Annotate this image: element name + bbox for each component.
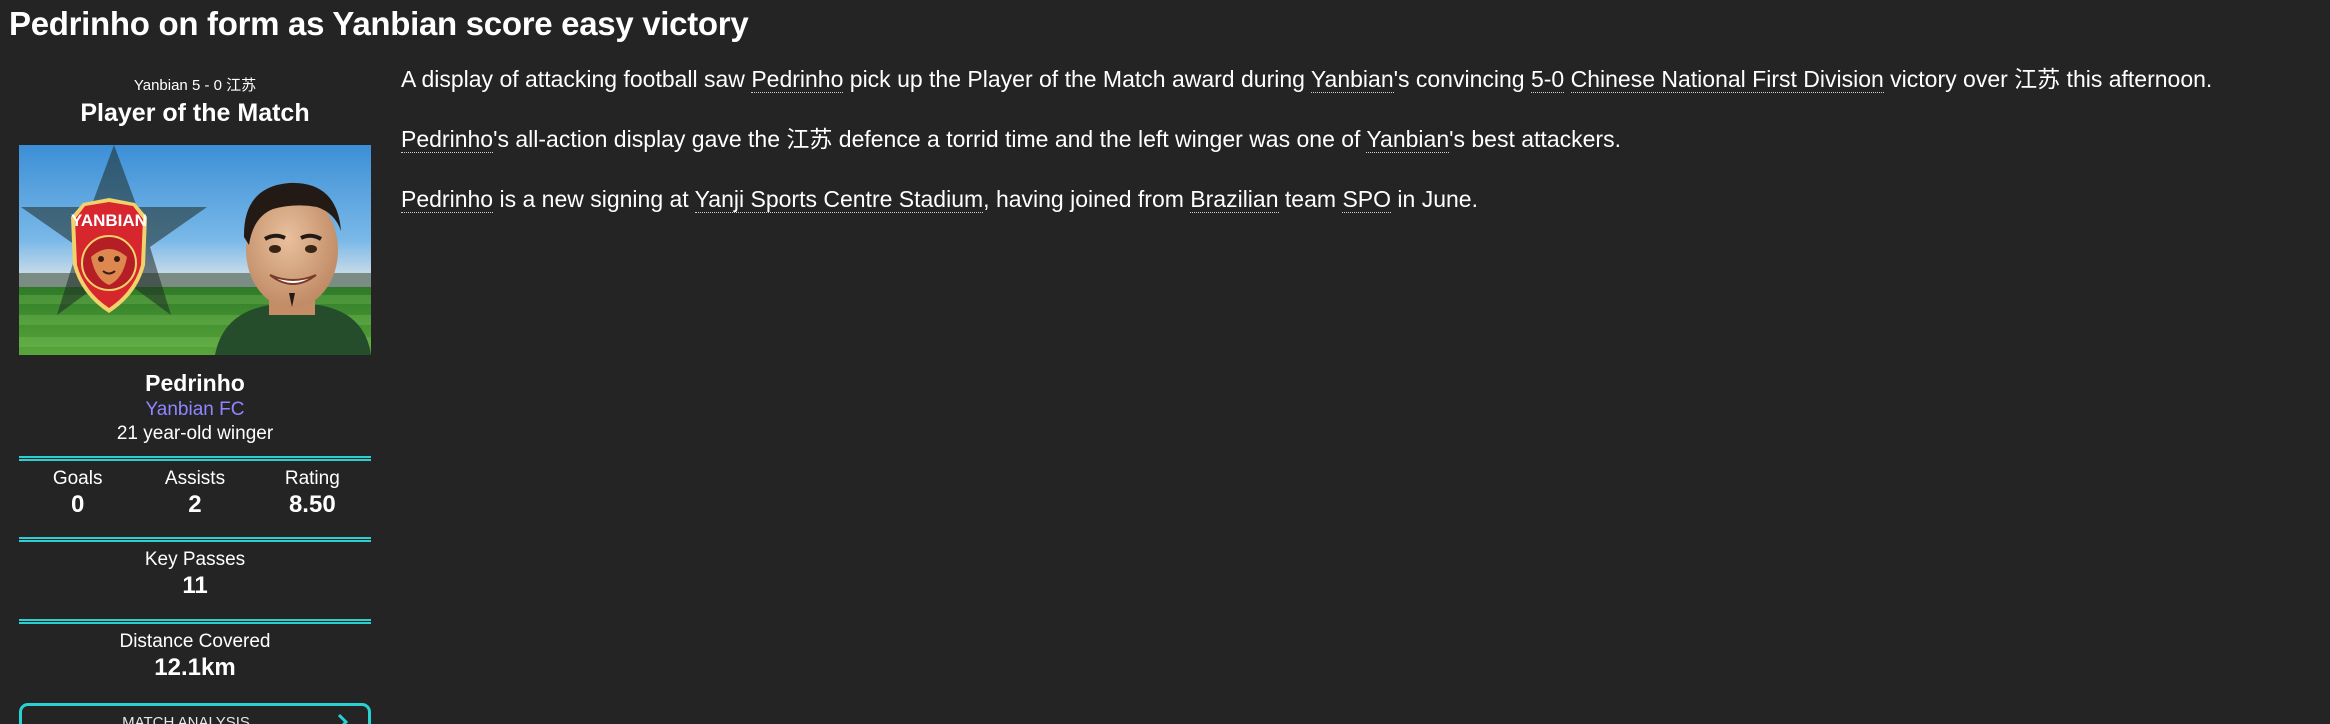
player-age-position: 21 year-old winger xyxy=(116,423,274,444)
chevron-right-icon xyxy=(337,713,349,724)
stat-value: 8.50 xyxy=(288,491,336,518)
player-link-pedrinho[interactable]: Pedrinho xyxy=(751,66,844,93)
article-text: pick up the Player of the Match award du… xyxy=(843,66,1311,92)
stat-value: 2 xyxy=(188,491,202,518)
article-text: is a new signing at xyxy=(493,186,695,212)
player-link-pedrinho[interactable]: Pedrinho xyxy=(401,126,494,153)
article-text: 's convincing xyxy=(1393,66,1531,92)
article-text: victory over 江苏 this afternoon. xyxy=(1883,66,2213,92)
match-result-link[interactable]: 5-0 xyxy=(1530,66,1565,93)
divider xyxy=(19,619,371,624)
stat-label: Key Passes xyxy=(144,549,246,570)
player-photo: YANBIAN xyxy=(19,145,371,355)
news-article-body: A display of attacking football saw Pedr… xyxy=(401,60,2321,240)
article-text xyxy=(1564,66,1570,92)
article-paragraph-2: Pedrinho's all-action display gave the 江… xyxy=(401,120,2321,158)
stat-label: Goals xyxy=(52,468,103,489)
player-of-match-panel: Yanbian 5 - 0 江苏 Player of the Match YAN… xyxy=(19,74,371,724)
club-link[interactable]: Yanbian FC xyxy=(19,398,371,422)
article-text: A display of attacking football saw xyxy=(401,66,752,92)
article-paragraph-1: A display of attacking football saw Pedr… xyxy=(401,60,2321,98)
article-text: 's best attackers. xyxy=(1449,126,1621,152)
news-headline: Pedrinho on form as Yanbian score easy v… xyxy=(9,5,749,42)
article-text: 's all-action display gave the 江苏 defenc… xyxy=(493,126,1367,152)
club-badge-text: YANBIAN xyxy=(71,211,147,230)
stat-value: 12.1km xyxy=(154,654,236,681)
club-link-yanbian[interactable]: Yanbian xyxy=(1310,66,1394,93)
article-text: , having joined from xyxy=(983,186,1191,212)
match-analysis-label: MATCH ANALYSIS xyxy=(122,714,250,724)
news-page: Pedrinho on form as Yanbian score easy v… xyxy=(0,0,2330,724)
nation-link[interactable]: Brazilian xyxy=(1190,186,1279,213)
competition-link[interactable]: Chinese National First Division xyxy=(1570,66,1884,93)
stat-label: Distance Covered xyxy=(119,631,271,652)
stat-rating: Rating 8.50 xyxy=(254,467,371,527)
award-title: Player of the Match xyxy=(80,99,310,127)
divider xyxy=(19,537,371,542)
stadium-link[interactable]: Yanji Sports Centre Stadium xyxy=(694,186,984,213)
player-name[interactable]: Pedrinho xyxy=(19,368,371,398)
player-link-pedrinho[interactable]: Pedrinho xyxy=(401,186,494,213)
club-link-spo[interactable]: SPO xyxy=(1342,186,1392,213)
stat-key-passes: Key Passes 11 xyxy=(19,548,371,609)
match-score-line: Yanbian 5 - 0 江苏 xyxy=(133,77,257,94)
stat-distance-covered: Distance Covered 12.1km xyxy=(19,630,371,691)
stat-label: Rating xyxy=(284,468,340,489)
stat-label: Assists xyxy=(164,468,226,489)
article-text: team xyxy=(1278,186,1343,212)
article-paragraph-3: Pedrinho is a new signing at Yanji Sport… xyxy=(401,180,2321,218)
stats-row: Goals 0 Assists 2 Rating 8.50 xyxy=(19,467,371,527)
club-link-yanbian[interactable]: Yanbian xyxy=(1366,126,1450,153)
article-text: in June. xyxy=(1391,186,1478,212)
stat-assists: Assists 2 xyxy=(136,467,253,527)
stat-value: 11 xyxy=(182,572,208,599)
stat-goals: Goals 0 xyxy=(19,467,136,527)
stat-value: 0 xyxy=(70,491,85,518)
player-image-panel: YANBIAN xyxy=(19,145,371,355)
divider xyxy=(19,456,371,461)
match-analysis-button[interactable]: MATCH ANALYSIS xyxy=(19,703,371,724)
